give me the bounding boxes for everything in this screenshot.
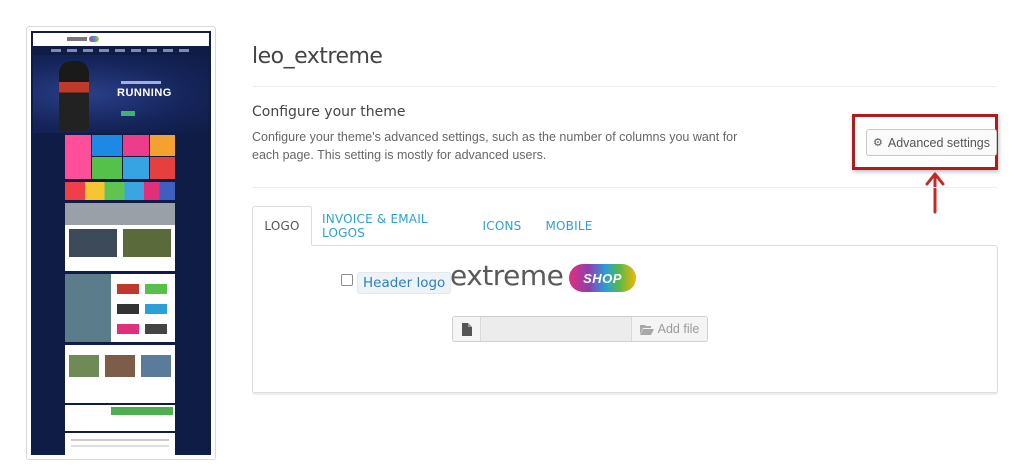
- logo-file-upload: Add file: [452, 316, 708, 342]
- theme-preview-image: RUNNING: [31, 31, 211, 455]
- add-file-label: Add file: [657, 322, 700, 336]
- file-icon: [453, 317, 481, 341]
- preview-get-spring: [65, 274, 175, 342]
- logo-file-input[interactable]: [482, 317, 630, 341]
- advanced-settings-label: Advanced settings: [887, 135, 991, 150]
- advanced-settings-button[interactable]: ⚙ Advanced settings: [866, 129, 997, 156]
- preview-footer: [65, 433, 175, 455]
- preview-hero-banner: RUNNING: [33, 55, 209, 133]
- preview-topbar: [33, 33, 209, 46]
- preview-category-band: [65, 182, 175, 200]
- tab-invoice-email-logos[interactable]: INVOICE & EMAIL LOGOS: [322, 206, 452, 246]
- preview-product-tiles: [65, 135, 175, 179]
- divider: [252, 187, 997, 188]
- tab-icons[interactable]: ICONS: [474, 206, 530, 246]
- folder-open-icon: [639, 324, 654, 335]
- tab-logo[interactable]: LOGO: [252, 206, 312, 246]
- theme-preview-frame: RUNNING: [26, 26, 216, 460]
- add-file-button[interactable]: Add file: [631, 317, 707, 341]
- logo-tabs: LOGO INVOICE & EMAIL LOGOS ICONS MOBILE: [252, 206, 997, 246]
- shop-logo-badge: SHOP: [569, 264, 636, 292]
- divider: [252, 86, 997, 87]
- shop-logo-wordmark: extreme: [450, 259, 564, 292]
- header-logo-checkbox[interactable]: [341, 274, 353, 286]
- configure-theme-heading: Configure your theme: [252, 104, 406, 120]
- configure-theme-description: Configure your theme's advanced settings…: [252, 130, 738, 162]
- preview-nav: [51, 49, 191, 52]
- preview-new-products: [65, 203, 175, 271]
- preview-blog-section: [65, 345, 175, 403]
- preview-hero-text: RUNNING: [117, 87, 172, 99]
- gear-icon: ⚙: [872, 137, 883, 149]
- theme-name-title: leo_extreme: [252, 44, 383, 69]
- header-logo-label[interactable]: Header logo: [357, 272, 452, 294]
- tab-mobile[interactable]: MOBILE: [542, 206, 596, 246]
- preview-brands: [65, 405, 175, 431]
- preview-runner-figure: [59, 61, 89, 131]
